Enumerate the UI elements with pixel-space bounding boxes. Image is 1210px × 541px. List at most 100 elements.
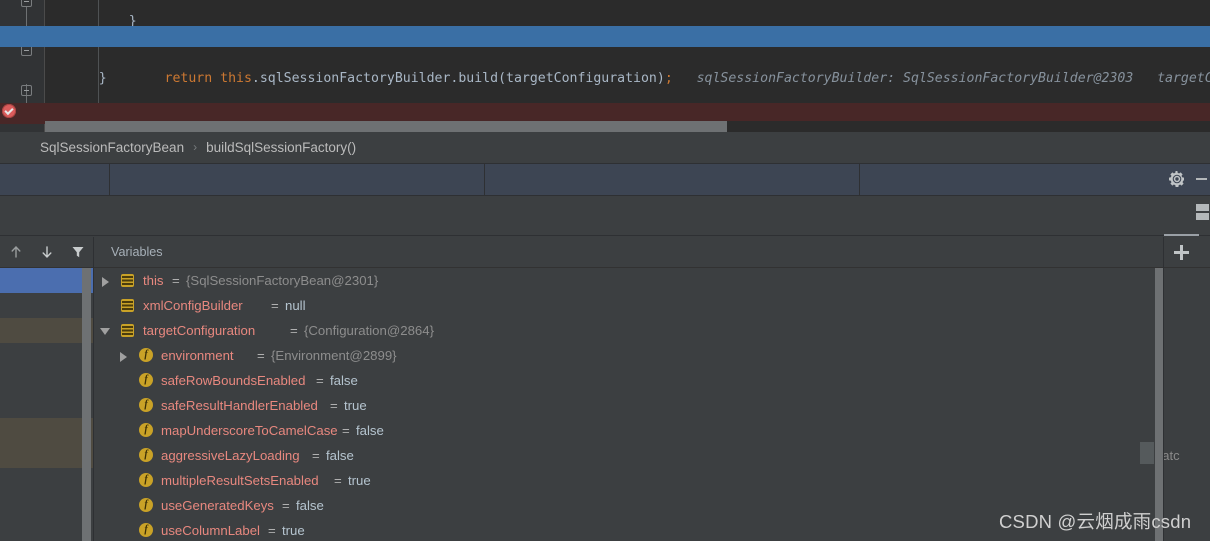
variable-equals: = [330,398,338,413]
local-variable-icon [121,299,134,312]
frame-list-item[interactable] [0,418,94,443]
variables-header: Variables [94,237,1163,268]
variable-row-usecolumnlabel[interactable]: f useColumnLabel = true [94,518,1154,541]
breadcrumb-class[interactable]: SqlSessionFactoryBean [40,140,184,155]
variable-value: null [285,298,306,313]
gear-icon[interactable] [1168,170,1186,188]
variable-name: useColumnLabel [161,523,260,538]
variable-equals: = [342,423,350,438]
watches-list[interactable]: o watc [1164,268,1210,541]
minimize-icon[interactable] [1196,178,1207,180]
variable-value: {SqlSessionFactoryBean@2301} [186,273,379,288]
expand-arrow-icon[interactable] [102,277,109,287]
expand-arrow-icon[interactable] [120,352,127,362]
watches-tab-underline [1164,234,1199,236]
frame-list-item[interactable] [0,318,94,343]
debug-tab-slot-2[interactable] [110,164,484,195]
variable-equals: = [316,373,324,388]
code-editor[interactable]: } return this.sqlSessionFactoryBuilder.b… [0,0,1210,132]
variable-value: {Environment@2899} [271,348,397,363]
debug-tab-slot-1[interactable] [0,164,109,195]
variable-value: true [348,473,371,488]
debug-sub-toolbar [0,196,1210,236]
variable-equals: = [312,448,320,463]
variable-equals: = [282,498,290,513]
variable-equals: = [257,348,265,363]
field-icon: f [139,398,153,412]
variable-row-targetconfiguration[interactable]: targetConfiguration = {Configuration@286… [94,318,1154,343]
arrow-down-icon[interactable] [39,244,55,260]
variable-row-saferowboundsenabled[interactable]: f safeRowBoundsEnabled = false [94,368,1154,393]
variables-tree[interactable]: this = {SqlSessionFactoryBean@2301} xmlC… [94,268,1154,541]
variable-row-environment[interactable]: f environment = {Environment@2899} [94,343,1154,368]
frames-list[interactable]: 8d8 (org.pe ringCGLIB$$5 framework.c pea… [0,268,94,541]
variable-name: targetConfiguration [143,323,256,338]
debug-tab-slot-3[interactable] [485,164,859,195]
variable-name: this [143,273,164,288]
field-icon: f [139,473,153,487]
code-line-return-highlighted[interactable]: return this.sqlSessionFactoryBuilder.bui… [0,26,1210,86]
variable-equals: = [271,298,279,313]
frame-list-item[interactable]: framework.c [0,443,94,468]
debug-tab-slot-4[interactable] [860,164,1210,195]
variable-name: safeRowBoundsEnabled [161,373,306,388]
breadcrumb: SqlSessionFactoryBean › buildSqlSessionF… [0,132,1210,162]
variables-title: Variables [111,245,163,259]
variable-value: true [282,523,305,538]
watermark: CSDN @云烟成雨csdn [999,511,1192,532]
variable-row-saferesulthandlerenabled[interactable]: f safeResultHandlerEnabled = true [94,393,1154,418]
collapse-arrow-icon[interactable] [100,328,110,335]
frames-vscrollbar-thumb[interactable] [82,268,91,541]
frames-toolbar[interactable] [0,237,94,268]
frame-list-item[interactable]: ringCGLIB$$5 [0,393,94,418]
debug-tab-bar[interactable] [0,163,1210,196]
code-line-brace: } [0,0,1210,29]
variable-row-aggressivelazyloading[interactable]: f aggressiveLazyLoading = false [94,443,1154,468]
variable-name: xmlConfigBuilder [143,298,243,313]
breakpoint-icon[interactable] [2,104,16,118]
frame-list-item[interactable]: 8d8 (org.pe [0,368,94,393]
editor-hscrollbar-thumb[interactable] [45,121,727,132]
variable-row-usegeneratedkeys[interactable]: f useGeneratedKeys = false [94,493,1154,518]
scroll-marker [1140,442,1154,464]
filter-funnel-icon[interactable] [70,244,86,260]
field-icon: f [139,448,153,462]
variable-name: useGeneratedKeys [161,498,274,513]
frame-list-item[interactable]: pearl.spring. [0,468,94,493]
variable-value: false [326,448,354,463]
frame-list-item[interactable] [0,268,94,293]
variable-value: true [344,398,367,413]
breadcrumb-separator-icon: › [193,140,198,154]
intellij-debugger-window: } return this.sqlSessionFactoryBuilder.b… [0,0,1210,541]
variable-value: {Configuration@2864} [304,323,434,338]
frame-list-item[interactable] [0,343,94,368]
variable-row-this[interactable]: this = {SqlSessionFactoryBean@2301} [94,268,1154,293]
frame-list-item[interactable] [0,293,94,318]
arrow-up-icon[interactable] [8,244,24,260]
plus-icon[interactable] [1174,245,1189,260]
local-variable-icon [121,324,134,337]
field-icon: f [139,498,153,512]
variable-name: mapUnderscoreToCamelCase [161,423,338,438]
variable-value: false [296,498,324,513]
variable-equals: = [334,473,342,488]
field-icon: f [139,423,153,437]
watches-empty-text: o watc [1164,448,1180,463]
variable-row-mapunderscoretocamelcase[interactable]: f mapUnderscoreToCamelCase = false [94,418,1154,443]
debug-panel-body: 8d8 (org.pe ringCGLIB$$5 framework.c pea… [0,196,1210,541]
layout-panels-icon[interactable] [1196,204,1209,220]
variable-row-xmlconfigbuilder[interactable]: xmlConfigBuilder = null [94,293,1154,318]
variable-equals: = [268,523,276,538]
local-variable-icon [121,274,134,287]
code-line-close-brace: } [0,47,1210,86]
field-icon: f [139,523,153,537]
variable-value: false [330,373,358,388]
field-icon: f [139,373,153,387]
variable-name: multipleResultSetsEnabled [161,473,319,488]
field-icon: f [139,348,153,362]
breadcrumb-method[interactable]: buildSqlSessionFactory() [206,140,356,155]
variable-row-multipleresultsetsenabled[interactable]: f multipleResultSetsEnabled = true [94,468,1154,493]
code-line-getobject-signature: public SqlSessionFactory getObject() thr… [0,82,1210,132]
variable-name: safeResultHandlerEnabled [161,398,318,413]
variable-value: false [356,423,384,438]
